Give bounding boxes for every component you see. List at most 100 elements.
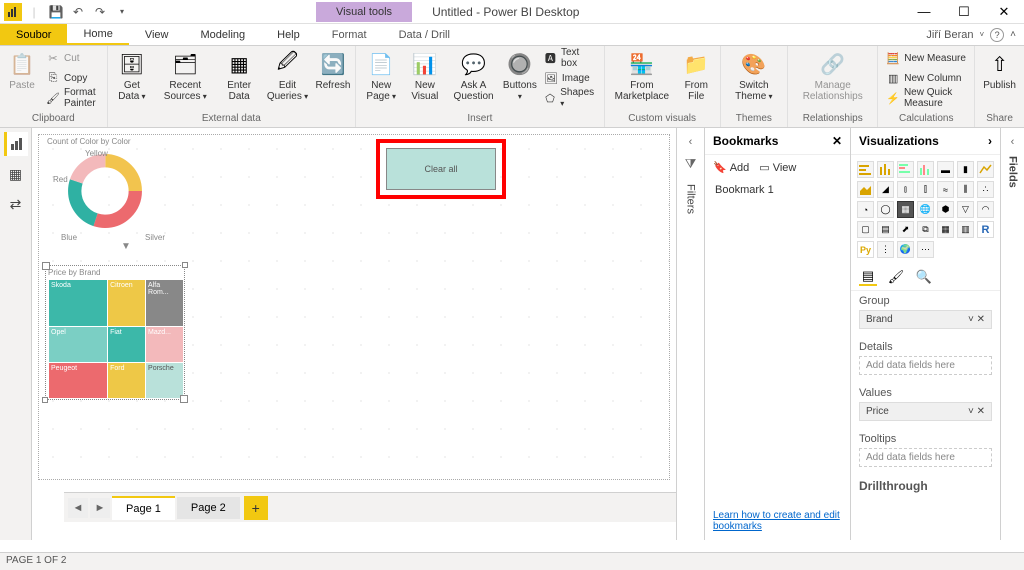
data-view-button[interactable]: ▦ [4,162,28,186]
vis-waterfall-icon[interactable]: ⫼ [957,181,974,198]
close-bookmarks-button[interactable]: ✕ [832,134,842,148]
get-data-button[interactable]: 🗄Get Data [112,48,152,104]
tab-home[interactable]: Home [67,24,128,45]
paste-button[interactable]: 📋Paste [4,48,40,93]
analytics-tab-button[interactable]: 🔍 [915,268,933,286]
enter-data-button[interactable]: ▦Enter Data [218,48,260,104]
from-file-button[interactable]: 📁From File [677,48,716,104]
vis-kpi-icon[interactable]: ⬈ [897,221,914,238]
from-marketplace-button[interactable]: 🏪From Marketplace [609,48,675,104]
vis-map-icon[interactable]: 🌐 [917,201,934,218]
vis-import-icon[interactable]: ⋯ [917,241,934,258]
app-logo-icon[interactable] [4,3,22,21]
bookmark-view-button[interactable]: ▭ View [759,161,796,174]
vis-ribbon-icon[interactable]: ≈ [937,181,954,198]
bookmark-add-button[interactable]: 🔖 Add [713,161,749,174]
recent-sources-button[interactable]: 🗂Recent Sources [154,48,216,104]
vis-arcgis-icon[interactable]: 🌍 [897,241,914,258]
tab-format[interactable]: Format [316,24,383,45]
tab-data-drill[interactable]: Data / Drill [383,24,466,45]
vis-filled-map-icon[interactable]: ⬢ [937,201,954,218]
buttons-button[interactable]: 🔘Buttons [502,48,538,104]
copy-button[interactable]: ⎘Copy [42,68,103,88]
tab-page-1[interactable]: Page 1 [112,496,175,520]
vis-line-clustered-icon[interactable]: ⫿ [917,181,934,198]
clear-all-button[interactable]: Clear all [386,148,496,190]
tab-help[interactable]: Help [261,24,316,45]
vis-area-icon[interactable] [857,181,874,198]
edit-queries-button[interactable]: 🖉Edit Queries [262,48,313,104]
qa-dropdown-icon[interactable]: ▾ [112,2,132,22]
shapes-button[interactable]: ⬠Shapes [540,88,600,108]
user-account[interactable]: Jiří Beran˅?˄ [918,24,1024,45]
close-button[interactable]: ✕ [984,0,1024,24]
vis-python-icon[interactable]: Py [857,241,874,258]
vis-100-column-icon[interactable]: ▮ [957,161,974,178]
page-next-button[interactable]: ► [90,498,110,518]
vis-line-icon[interactable] [977,161,994,178]
treemap-visual[interactable]: Price by Brand Skoda Citroen Alfa Rom...… [45,265,185,400]
well-group-brand[interactable]: Brand˅ ✕ [859,310,992,329]
help-icon[interactable]: ? [990,28,1004,42]
new-visual-button[interactable]: 📊New Visual [404,48,445,104]
tab-modeling[interactable]: Modeling [184,24,261,45]
vis-pie-icon[interactable]: ◔ [857,201,874,218]
vis-multirow-icon[interactable]: ▤ [877,221,894,238]
vis-clustered-column-icon[interactable] [917,161,934,178]
ask-question-button[interactable]: 💬Ask A Question [447,48,500,104]
report-view-button[interactable] [4,132,28,156]
vis-card-icon[interactable]: ▢ [857,221,874,238]
expand-filters-button[interactable]: ‹ [689,136,693,148]
vis-treemap-icon[interactable]: ▦ [897,201,914,218]
cut-button[interactable]: ✂Cut [42,48,103,68]
vis-stacked-area-icon[interactable]: ◢ [877,181,894,198]
vis-funnel-icon[interactable]: ▽ [957,201,974,218]
save-icon[interactable]: 💾 [46,2,66,22]
well-values-price[interactable]: Price˅ ✕ [859,402,992,421]
textbox-button[interactable]: 🅰Text box [540,48,600,68]
undo-icon[interactable]: ↶ [68,2,88,22]
vis-r-icon[interactable]: R [977,221,994,238]
expand-fields-button[interactable]: ‹ [1011,136,1015,148]
vis-matrix-icon[interactable]: ▥ [957,221,974,238]
well-tooltips[interactable]: Add data fields here [859,448,992,467]
vis-stacked-column-icon[interactable] [877,161,894,178]
publish-button[interactable]: ⇧Publish [979,48,1020,93]
format-tab-button[interactable]: 🖌 [887,268,905,286]
bookmarks-help-link[interactable]: Learn how to create and edit bookmarks [705,502,850,540]
redo-icon[interactable]: ↷ [90,2,110,22]
bookmark-item-1[interactable]: Bookmark 1 [705,180,850,200]
tab-file[interactable]: Soubor [0,24,67,45]
vis-keyinfluencer-icon[interactable]: ⋮ [877,241,894,258]
vis-scatter-icon[interactable]: ∴ [977,181,994,198]
vis-gauge-icon[interactable]: ◠ [977,201,994,218]
vis-slicer-icon[interactable]: ⧉ [917,221,934,238]
vis-table-icon[interactable]: ▦ [937,221,954,238]
vis-100-bar-icon[interactable]: ▬ [937,161,954,178]
donut-chart-visual[interactable]: Count of Color by Color Yellow Red Blue … [45,135,195,255]
add-page-button[interactable]: + [244,496,268,520]
fields-tab-button[interactable]: ▤ [859,268,877,286]
format-painter-button[interactable]: 🖌Format Painter [42,88,103,108]
new-quick-measure-button[interactable]: ⚡New Quick Measure [882,88,970,108]
refresh-button[interactable]: 🔄Refresh [315,48,351,93]
switch-theme-button[interactable]: 🎨Switch Theme [725,48,784,104]
image-button[interactable]: 🖼Image [540,68,600,88]
report-canvas[interactable]: Count of Color by Color Yellow Red Blue … [38,134,670,480]
new-page-button[interactable]: 📄New Page [360,48,402,104]
vis-donut-icon[interactable]: ◯ [877,201,894,218]
vis-stacked-bar-icon[interactable] [857,161,874,178]
manage-relationships-button[interactable]: 🔗Manage Relationships [792,48,873,104]
new-column-button[interactable]: ▥New Column [882,68,970,88]
maximize-button[interactable]: ☐ [944,0,984,24]
ribbon-collapse-icon[interactable]: ˄ [1010,29,1016,40]
vis-line-column-icon[interactable]: ⫾ [897,181,914,198]
model-view-button[interactable]: ⇄ [4,192,28,216]
tab-page-2[interactable]: Page 2 [177,497,240,519]
minimize-button[interactable]: — [904,0,944,24]
filter-icon[interactable]: ⧩ [685,156,697,172]
page-prev-button[interactable]: ◄ [68,498,88,518]
vis-clustered-bar-icon[interactable] [897,161,914,178]
collapse-vis-button[interactable]: › [988,134,992,148]
well-details[interactable]: Add data fields here [859,356,992,375]
